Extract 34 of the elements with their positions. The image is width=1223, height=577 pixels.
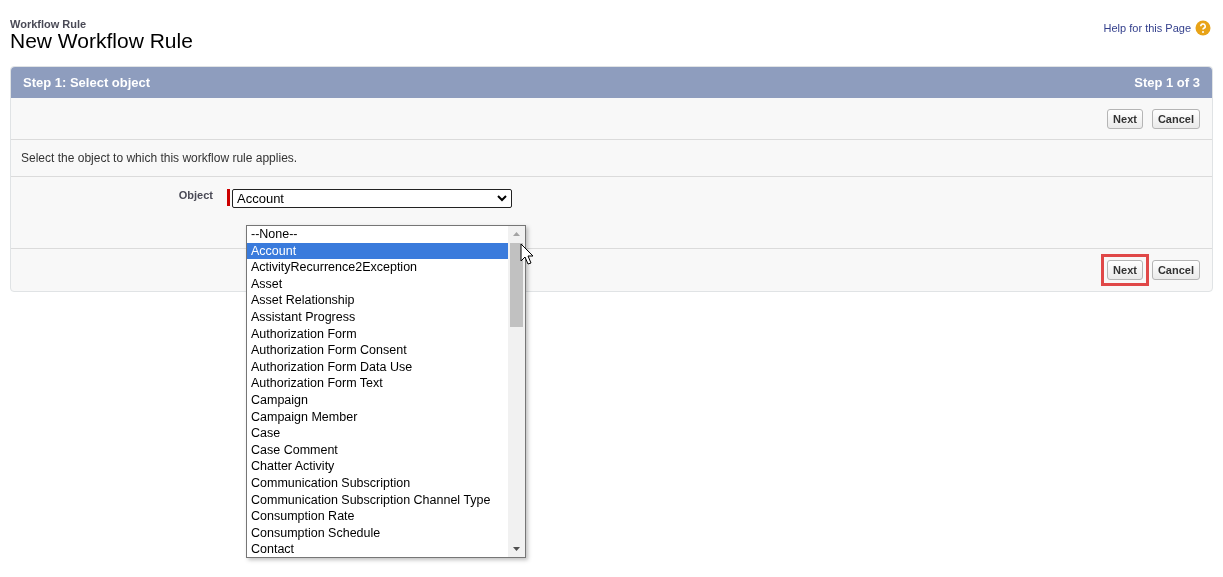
dropdown-option[interactable]: Case [247, 425, 508, 442]
dropdown-option[interactable]: Authorization Form [247, 325, 508, 343]
page-title: New Workflow Rule [10, 29, 193, 53]
dropdown-option[interactable]: Chatter Activity [247, 458, 508, 475]
breadcrumb: Workflow Rule [10, 18, 88, 30]
dropdown-option[interactable]: Consumption Schedule [247, 524, 508, 542]
dropdown-option[interactable]: Authorization Form Text [247, 375, 508, 392]
dropdown-option[interactable]: Authorization Form Consent [247, 342, 508, 359]
chevron-down-icon [497, 195, 507, 202]
dropdown-option[interactable]: Asset Relationship [247, 292, 508, 309]
cancel-button[interactable]: Cancel [1151, 260, 1200, 280]
dropdown-option[interactable]: Authorization Form Data Use [247, 358, 508, 376]
help-icon[interactable] [1195, 20, 1211, 36]
dropdown-option[interactable]: Assistant Progress [247, 308, 508, 326]
dropdown-option[interactable]: Campaign [247, 391, 508, 409]
dropdown-option[interactable]: Campaign Member [247, 408, 508, 426]
dropdown-option[interactable]: Case Comment [247, 441, 508, 459]
next-button[interactable]: Next [1107, 108, 1143, 129]
dropdown-option[interactable]: Communication Subscription Channel Type [247, 491, 508, 509]
dropdown-option[interactable]: Contact [247, 541, 508, 557]
cancel-button[interactable]: Cancel [1151, 108, 1200, 129]
object-select[interactable]: Account [232, 189, 512, 208]
dropdown-option[interactable]: Communication Subscription [247, 474, 508, 492]
help-link[interactable]: Help for this Page [1103, 22, 1191, 34]
step-title: Step 1: Select object [23, 75, 151, 90]
instruction-text: Select the object to which this workflow rule applies. [21, 151, 298, 165]
dropdown-option[interactable]: Consumption Rate [247, 508, 508, 525]
dropdown-option[interactable]: --None-- [247, 226, 508, 243]
step-count: Step 1 of 3 [1134, 75, 1200, 90]
field-label: Object [177, 189, 214, 203]
dropdown-option[interactable]: ActivityRecurrence2Exception [247, 259, 508, 276]
dropdown-option[interactable]: Asset [247, 275, 508, 293]
next-button[interactable]: Next [1107, 260, 1143, 280]
dropdown-option[interactable]: Account [247, 242, 508, 260]
